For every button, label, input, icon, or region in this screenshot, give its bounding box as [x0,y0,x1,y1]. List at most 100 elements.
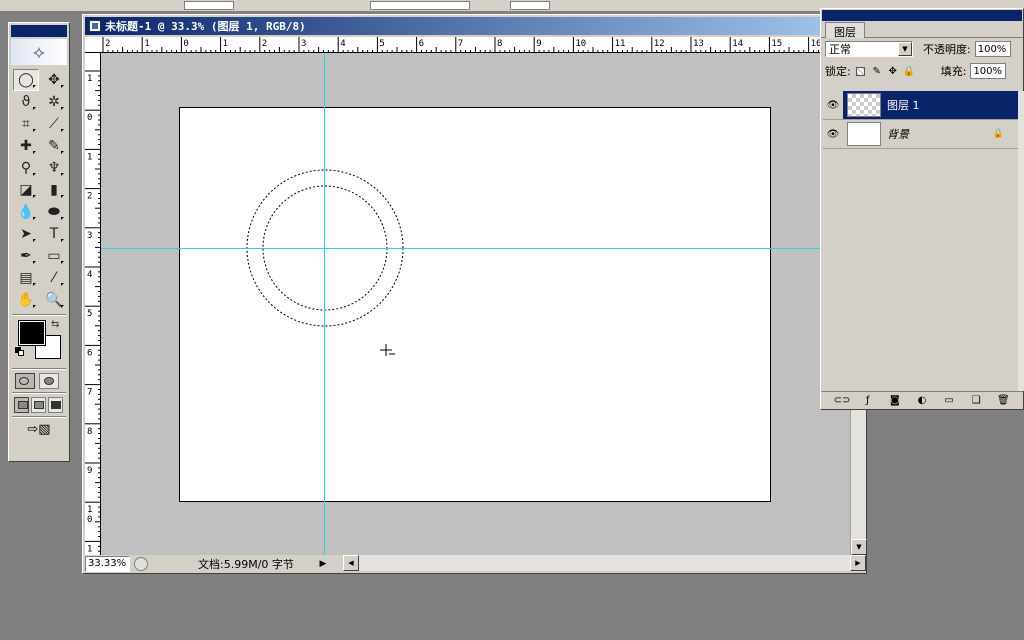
layer-style-icon[interactable]: ƒ [861,395,875,406]
magic-wand-tool-icon[interactable]: ✲ [41,91,67,113]
lock-transparent-pixels-icon[interactable] [855,65,867,77]
quick-mask-mode-button[interactable] [39,373,59,389]
scroll-down-button[interactable]: ▼ [851,539,867,555]
healing-brush-icon[interactable]: ✚ [13,135,39,157]
lock-all-icon[interactable]: 🔒 [903,65,915,77]
ruler-label: 3 [87,231,92,241]
path-selection-icon[interactable]: ➤ [13,223,39,245]
tool-grid: ◯ ✥ ϑ ✲ ⌗ ⟋ ✚ ✎ ⚲ ♆ ◪ ▮ 💧 ⬬ ➤ T ✒ ▭ ▤ ⁄ ✋ 🔍 [13,69,69,311]
adjustment-layer-icon[interactable]: ◐ [915,395,929,406]
toolbox-titlebar[interactable] [11,25,67,37]
clone-stamp-icon[interactable]: ⚲ [13,157,39,179]
document-titlebar[interactable]: 未标题-1 @ 33.3% (图层 1, RGB/8) [85,17,864,35]
link-layers-icon[interactable]: ⊂⊃ [834,395,851,406]
opacity-label: 不透明度: [923,43,971,56]
eraser-tool-icon[interactable]: ◪ [13,179,39,201]
move-tool-icon[interactable]: ✥ [41,69,67,91]
lasso-tool-icon[interactable]: ϑ [13,91,39,113]
layer-row-background[interactable]: 👁 背景 🔒 [823,120,1018,149]
dodge-tool-icon[interactable]: ⬬ [41,201,67,223]
new-group-icon[interactable]: ▭ [942,395,956,406]
foreground-color-swatch[interactable] [18,320,46,346]
vertical-ruler[interactable]: 10123456789101 [85,53,101,555]
layer-lock-icon: 🔒 [992,129,1004,139]
ruler-label: 3 [301,39,306,49]
ruler-label: 0 [87,113,92,123]
hand-tool-icon[interactable]: ✋ [13,289,39,311]
lock-image-pixels-icon[interactable]: ✎ [871,65,883,77]
scroll-right-button[interactable]: ▶ [850,555,866,571]
eyedropper-tool-icon[interactable]: ⁄ [41,267,67,289]
fill-label: 填充: [940,65,967,78]
layer-name[interactable]: 图层 1 [887,97,1018,113]
notes-tool-icon[interactable]: ▤ [13,267,39,289]
default-colors-icon[interactable] [15,347,25,357]
visibility-eye-icon[interactable]: 👁 [823,129,843,140]
lock-fill-row: 锁定: ✎ ✥ 🔒 填充: 100% [821,60,1023,82]
blend-mode-value: 正常 [829,43,851,56]
brush-tool-icon[interactable]: ✎ [41,135,67,157]
standard-mode-button[interactable] [15,373,35,389]
zoom-tool-icon[interactable]: 🔍 [41,289,67,311]
new-layer-icon[interactable]: ❑ [969,395,983,406]
vertical-ruler-ticks: 10123456789101 [85,70,100,554]
lock-label: 锁定: [825,65,851,78]
layers-scrollbar[interactable] [1018,91,1024,391]
opacity-input[interactable]: 100% [974,41,1011,57]
ruler-label: 2 [105,39,110,49]
rectangle-tool-icon[interactable]: ▭ [41,245,67,267]
ruler-origin[interactable] [85,37,101,53]
screen-mode-icon [18,401,28,409]
gradient-tool-icon[interactable]: ▮ [41,179,67,201]
ruler-label: 0 [183,39,188,49]
layers-panel-titlebar[interactable] [822,10,1022,21]
type-tool-icon[interactable]: T [41,223,67,245]
standard-mode-icon [19,377,29,385]
layer-row-layer-1[interactable]: 👁 图层 1 [823,91,1018,120]
ruler-label: 8 [497,39,502,49]
status-menu-arrow-icon[interactable]: ▶ [318,559,328,569]
fill-input[interactable]: 100% [970,63,1007,79]
document-window: 未标题-1 @ 33.3% (图层 1, RGB/8) 210123456789… [82,14,867,574]
chevron-down-icon[interactable]: ▼ [898,42,912,56]
tab-layers[interactable]: 图层 [825,22,865,39]
layer-list: 👁 图层 1 👁 背景 🔒 [823,91,1018,391]
options-field[interactable] [370,1,470,10]
horizontal-scrollbar[interactable]: ◀ ▶ [343,555,866,571]
zoom-level-field[interactable]: 33.33% [85,555,130,572]
slice-tool-icon[interactable]: ⟋ [41,113,67,135]
ruler-label: 12 [654,39,665,49]
horizontal-ruler[interactable]: 2 1 0 1 2 3 4 5 6 7 8 9 10 11 12 13 14 15 16 [100,37,850,53]
status-info-icon[interactable] [134,556,148,571]
full-screen-mode-button[interactable] [48,397,63,413]
horizontal-guide[interactable] [101,248,850,249]
delete-layer-icon[interactable]: 🗑 [996,395,1010,406]
layer-name[interactable]: 背景 [887,126,993,142]
blend-mode-select[interactable]: 正常 ▼ [825,41,913,57]
options-field[interactable] [184,1,234,10]
crop-tool-icon[interactable]: ⌗ [13,113,39,135]
feather-logo-icon[interactable]: ⟡ [11,39,67,65]
swap-colors-icon[interactable]: ⇆ [51,319,59,330]
canvas-area[interactable] [101,53,850,555]
ruler-label: 7 [87,388,92,398]
ruler-label: 4 [340,39,345,49]
scroll-left-button[interactable]: ◀ [343,555,359,571]
toolbox-divider [12,368,66,370]
elliptical-marquee-tool-icon[interactable]: ◯ [13,69,39,91]
ruler-label: 1 [87,544,92,554]
standard-screen-mode-button[interactable] [14,397,30,413]
full-screen-menu-mode-button[interactable] [31,397,47,413]
options-field[interactable] [510,1,550,10]
ruler-label: 5 [379,39,384,49]
history-brush-icon[interactable]: ♆ [41,157,67,179]
color-swatches: ⇆ [13,319,65,365]
vertical-guide[interactable] [324,53,325,555]
visibility-eye-icon[interactable]: 👁 [823,91,843,119]
jump-to-imageready-icon[interactable]: ⇨▧ [17,421,61,437]
blur-tool-icon[interactable]: 💧 [13,201,39,223]
pen-tool-icon[interactable]: ✒ [13,245,39,267]
lock-position-icon[interactable]: ✥ [887,65,899,77]
add-mask-icon[interactable]: ◙ [888,395,902,406]
ruler-label: 8 [87,427,92,437]
